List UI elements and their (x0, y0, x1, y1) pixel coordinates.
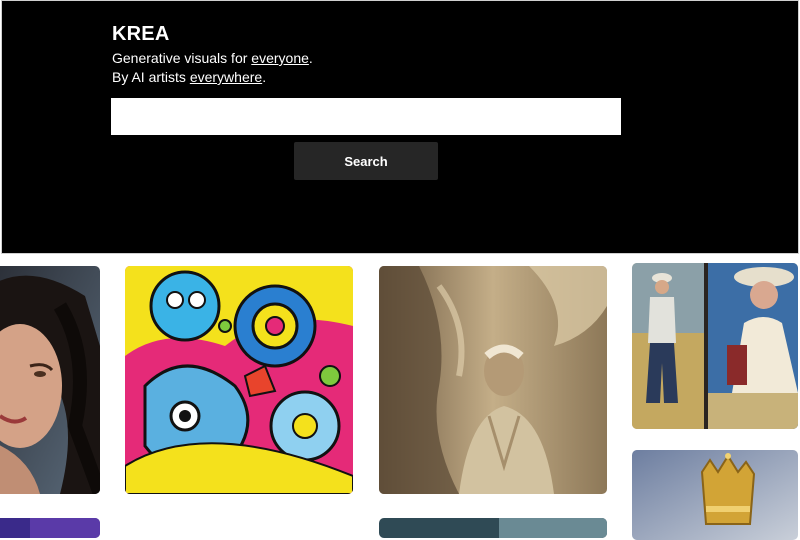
gallery-image-partial-left[interactable] (0, 518, 100, 538)
tagline-text: By AI artists (112, 69, 190, 85)
psychedelic-cartoon-image (125, 266, 353, 494)
gallery-image-partial-center[interactable] (379, 518, 607, 538)
tagline-line-1: Generative visuals for everyone. (112, 49, 313, 68)
tagline-text: Generative visuals for (112, 50, 252, 66)
everyone-link[interactable]: everyone (251, 50, 309, 66)
golden-crown-image (632, 450, 798, 540)
woman-portrait-image (0, 266, 100, 494)
partial-image (379, 518, 607, 538)
everywhere-link[interactable]: everywhere (190, 69, 262, 85)
gallery-image-sculpted-man[interactable] (379, 266, 607, 494)
painted-figures-image (632, 263, 798, 429)
search-button[interactable]: Search (294, 142, 438, 180)
partial-image (0, 518, 100, 538)
tagline-line-2: By AI artists everywhere. (112, 68, 313, 87)
sculpted-man-image (379, 266, 607, 494)
gallery-image-woman-portrait[interactable] (0, 266, 100, 494)
search-input[interactable] (111, 98, 621, 135)
brand-logo[interactable]: KREA (112, 23, 169, 46)
tagline-period: . (308, 50, 313, 66)
gallery-image-painted-figures[interactable] (632, 263, 798, 429)
gallery-image-psychedelic-cartoon[interactable] (125, 266, 353, 494)
gallery-image-golden-crown[interactable] (632, 450, 798, 540)
tagline: Generative visuals for everyone. By AI a… (112, 49, 313, 87)
tagline-period: . (262, 69, 267, 85)
